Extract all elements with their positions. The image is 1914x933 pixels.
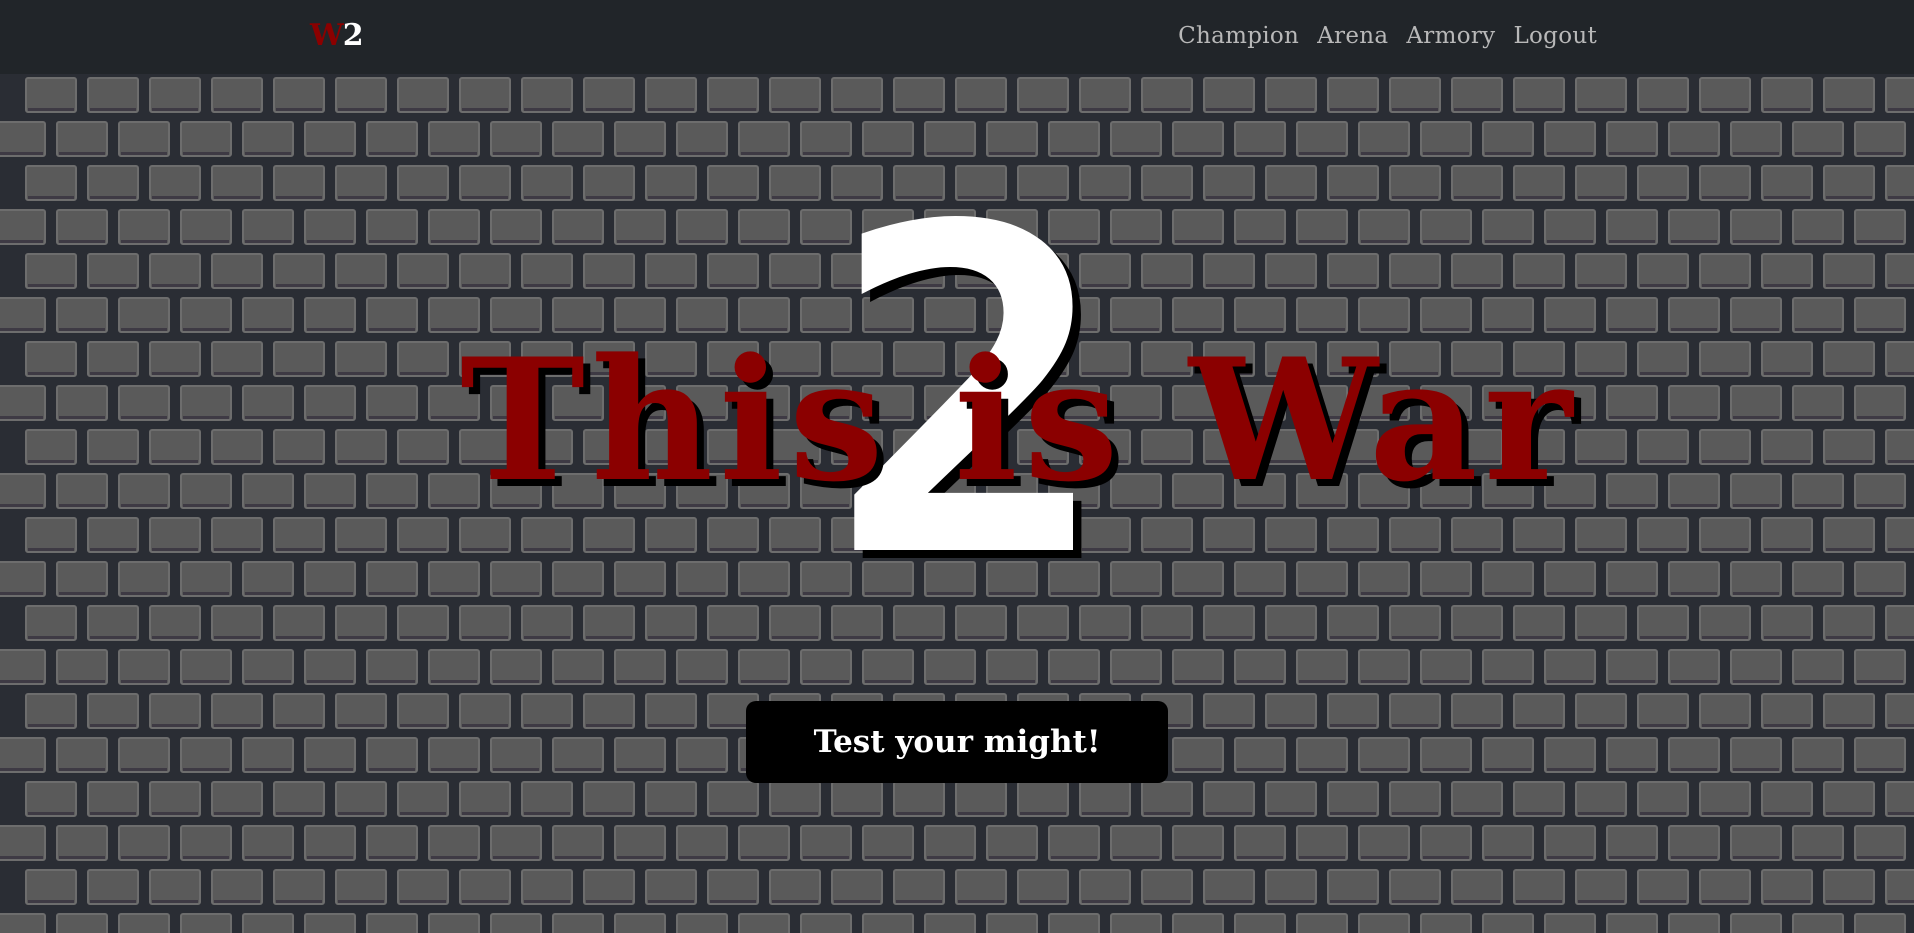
hero: 2 This is War Test your might! bbox=[0, 0, 1914, 933]
test-your-might-button[interactable]: Test your might! bbox=[748, 703, 1166, 781]
brand-logo[interactable]: W2 bbox=[310, 18, 364, 54]
nav-link-armory[interactable]: Armory bbox=[1406, 20, 1495, 52]
hero-title: This is War bbox=[460, 321, 1579, 519]
nav-links: Champion Arena Armory Logout bbox=[1178, 20, 1597, 52]
brand-number: 2 bbox=[342, 18, 364, 53]
page: W2 Champion Arena Armory Logout 2 This i… bbox=[0, 0, 1914, 933]
navbar: W2 Champion Arena Armory Logout bbox=[0, 0, 1914, 74]
nav-link-champion[interactable]: Champion bbox=[1178, 20, 1299, 52]
brand-letter: W bbox=[310, 18, 344, 53]
nav-link-arena[interactable]: Arena bbox=[1317, 20, 1388, 52]
nav-link-logout[interactable]: Logout bbox=[1513, 20, 1597, 52]
